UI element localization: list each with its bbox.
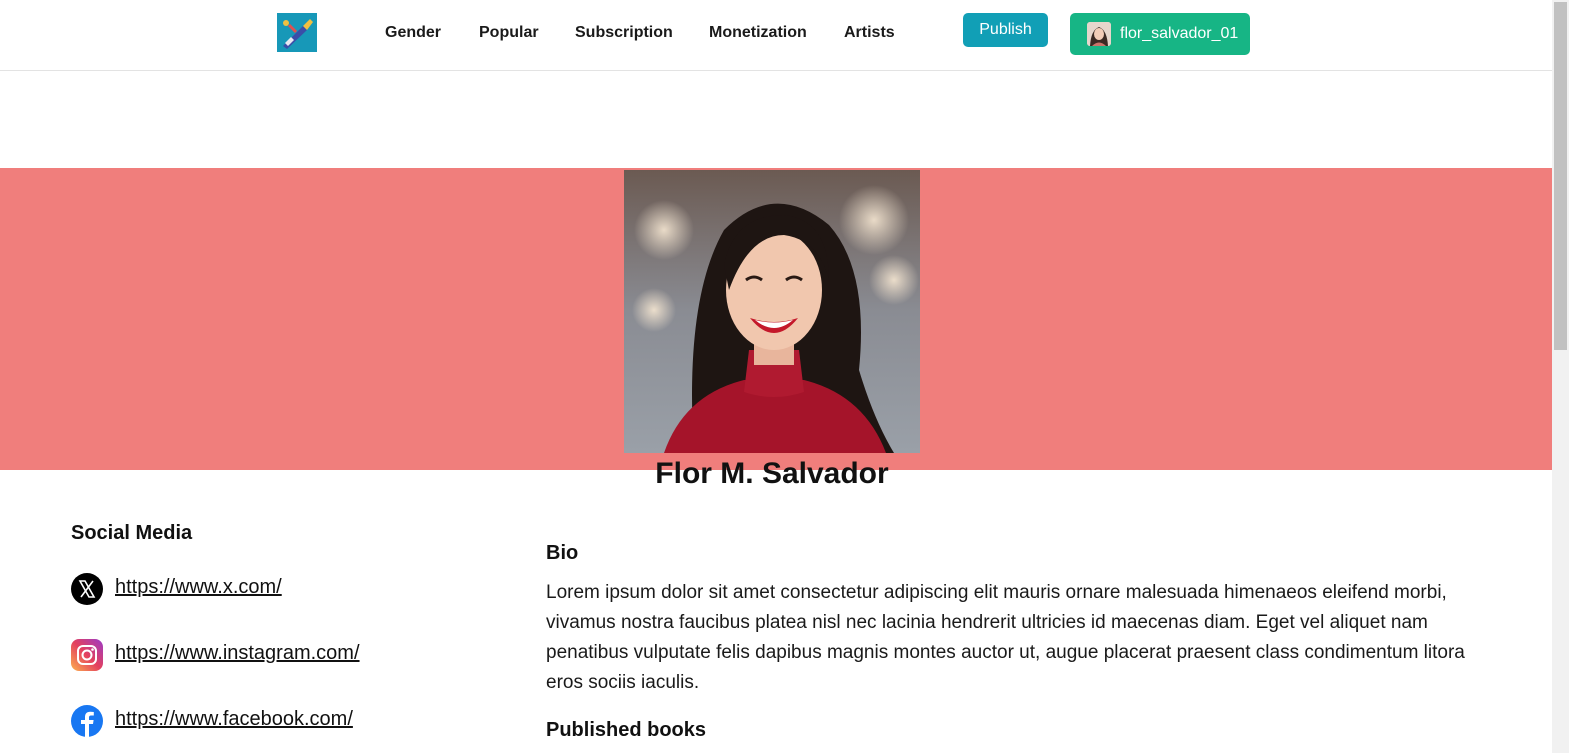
nav-link-gender[interactable]: Gender (385, 24, 441, 42)
social-item-x: https://www.x.com/ (71, 573, 471, 605)
x-link[interactable]: https://www.x.com/ (115, 576, 282, 599)
facebook-link[interactable]: https://www.facebook.com/ (115, 708, 353, 731)
x-icon (71, 573, 103, 605)
paintbrush-logo-icon[interactable] (277, 13, 317, 52)
scrollbar-thumb[interactable] (1554, 2, 1567, 350)
social-item-instagram: https://www.instagram.com/ (71, 639, 471, 671)
published-books-title: Published books (546, 719, 707, 741)
social-media-title: Social Media (71, 522, 193, 544)
bio-title: Bio (546, 542, 579, 564)
facebook-icon (71, 705, 103, 737)
bio-text: Lorem ipsum dolor sit amet consectetur a… (546, 582, 1465, 693)
username-label: flor_salvador_01 (1120, 25, 1239, 42)
social-item-facebook: https://www.facebook.com/ (71, 705, 471, 737)
profile-photo (624, 170, 920, 453)
nav-link-monetization[interactable]: Monetization (709, 24, 807, 42)
instagram-link[interactable]: https://www.instagram.com/ (115, 642, 360, 665)
nav-link-popular[interactable]: Popular (479, 24, 539, 42)
instagram-icon (71, 639, 103, 671)
user-menu-button[interactable]: flor_salvador_01 (1070, 13, 1250, 55)
nav-link-artists[interactable]: Artists (844, 24, 895, 42)
nav-link-subscription[interactable]: Subscription (575, 24, 673, 42)
top-navbar: Gender Popular Subscription Monetization… (0, 0, 1552, 71)
page-scrollbar[interactable] (1552, 0, 1569, 753)
profile-name: Flor M. Salvador (655, 457, 889, 490)
publish-button[interactable]: Publish (963, 13, 1048, 47)
user-avatar-icon (1087, 22, 1111, 46)
